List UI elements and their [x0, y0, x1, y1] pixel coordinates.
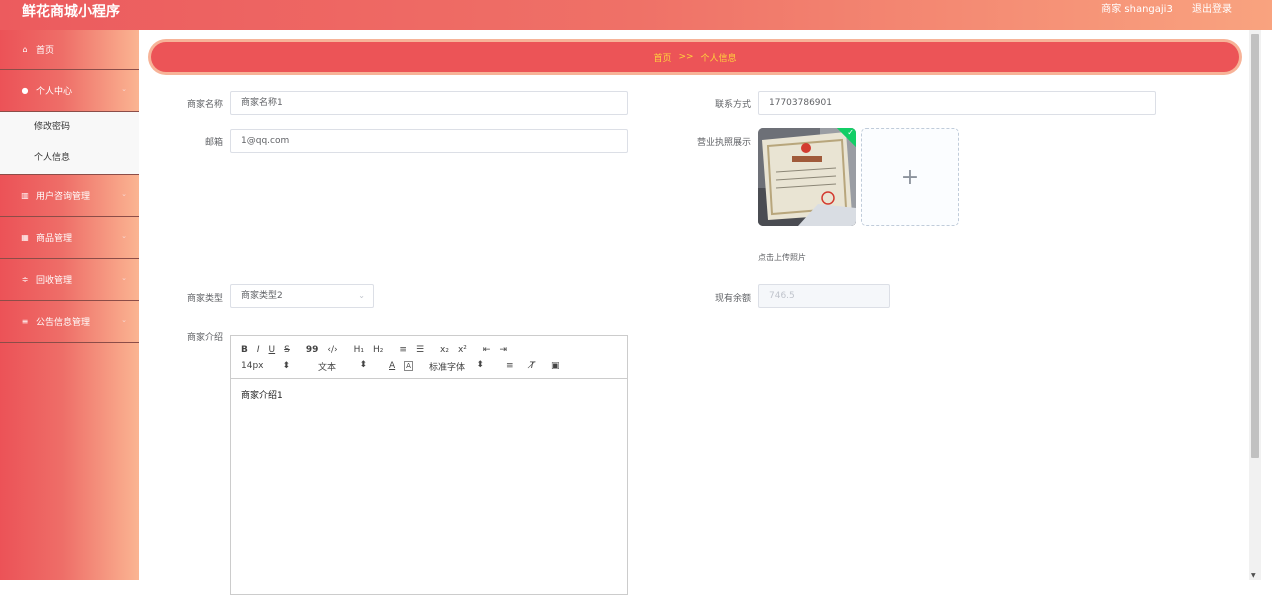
- menu-icon: ≡: [21, 317, 29, 326]
- outdent-button[interactable]: ⇤: [483, 345, 491, 355]
- grid-icon: ▦: [21, 233, 29, 242]
- merchant-type-select[interactable]: 商家类型2 ⌄: [230, 284, 374, 308]
- text-type-value: 文本: [318, 362, 337, 373]
- intro-label: 商家介绍: [186, 333, 223, 343]
- user-label: 商家 shangaji3: [1101, 4, 1173, 15]
- user-icon: ●: [21, 86, 29, 95]
- editor-toolbar: B I U S 99 ‹/› H₁ H₂ ≡ ☰ x₂ x² ⇤ ⇥ 14px ⬍…: [231, 336, 627, 379]
- scrollbar[interactable]: ▼: [1249, 30, 1261, 580]
- select-arrows-icon: ⬍: [282, 361, 290, 371]
- chevron-down-icon: ⌄: [121, 274, 127, 282]
- balance-label: 现有余额: [714, 294, 751, 304]
- strike-button[interactable]: S: [284, 345, 290, 355]
- header2-button[interactable]: H₂: [373, 345, 383, 355]
- scroll-down-arrow-icon[interactable]: ▼: [1251, 572, 1256, 579]
- sidebar-item-home[interactable]: ⌂ 首页: [0, 30, 139, 70]
- top-bar: 鲜花商城小程序 商家 shangaji3 退出登录: [0, 0, 1272, 30]
- contact-label: 联系方式: [714, 100, 751, 110]
- merchant-name-input[interactable]: 商家名称1: [230, 91, 628, 115]
- main-content: 首页 >> 个人信息 商家名称 商家名称1 联系方式 17703786901 邮…: [139, 30, 1249, 595]
- rich-text-editor[interactable]: B I U S 99 ‹/› H₁ H₂ ≡ ☰ x₂ x² ⇤ ⇥ 14px ⬍…: [230, 335, 628, 595]
- sidebar-item-personal-center[interactable]: ● 个人中心 ⌄: [0, 70, 139, 112]
- bold-button[interactable]: B: [241, 345, 248, 355]
- sidebar-item-label: 用户咨询管理: [36, 192, 91, 202]
- email-input[interactable]: 1@qq.com: [230, 129, 628, 153]
- sidebar-item-consult[interactable]: ▥ 用户咨询管理 ⌄: [0, 175, 139, 217]
- header1-button[interactable]: H₁: [354, 345, 364, 355]
- contact-input[interactable]: 17703786901: [758, 91, 1156, 115]
- email-label: 邮箱: [204, 138, 223, 148]
- sidebar-item-label: 公告信息管理: [36, 318, 91, 328]
- upload-tip: 点击上传照片: [758, 253, 806, 262]
- sidebar-item-label: 回收管理: [36, 276, 73, 286]
- balance-input: 746.5: [758, 284, 890, 308]
- sidebar: ⌂ 首页 ● 个人中心 ⌄ 修改密码 个人信息 ▥ 用户咨询管理 ⌄ ▦ 商品管…: [0, 30, 139, 580]
- sidebar-subitem-change-password[interactable]: 修改密码: [0, 112, 139, 143]
- font-family-select[interactable]: 标准字体 ⬍: [429, 360, 497, 373]
- ordered-list-button[interactable]: ≡: [399, 345, 407, 355]
- subscript-button[interactable]: x₂: [440, 345, 449, 355]
- sidebar-submenu: 修改密码 个人信息: [0, 112, 139, 175]
- check-icon: ✓: [847, 128, 854, 137]
- select-arrows-icon: ⬍: [476, 359, 484, 370]
- editor-toolbar-row-2: 14px ⬍ 文本 ⬍ A A 标准字体 ⬍ ≡ T̸ ▣: [241, 358, 627, 374]
- code-block-button[interactable]: ‹/›: [327, 345, 337, 355]
- top-right: 商家 shangaji3 退出登录: [1085, 3, 1232, 17]
- blockquote-button[interactable]: 99: [306, 345, 319, 355]
- chevron-down-icon: ⌄: [121, 85, 127, 93]
- license-image: [758, 128, 856, 226]
- chevron-down-icon: ⌄: [121, 190, 127, 198]
- chevron-down-icon: ⌄: [358, 291, 365, 300]
- home-icon: ⌂: [22, 45, 28, 54]
- italic-button[interactable]: I: [257, 345, 260, 355]
- chevron-down-icon: ⌄: [121, 316, 127, 324]
- license-label: 营业执照展示: [696, 138, 751, 148]
- sidebar-item-recycle[interactable]: ≑ 回收管理 ⌄: [0, 259, 139, 301]
- sidebar-item-label: 个人中心: [36, 87, 73, 97]
- sidebar-subitem-personal-info[interactable]: 个人信息: [0, 143, 139, 174]
- font-color-icon[interactable]: A: [389, 361, 395, 371]
- clear-format-icon[interactable]: T̸: [530, 361, 536, 371]
- merchant-type-label: 商家类型: [186, 294, 223, 304]
- sliders-icon: ≑: [21, 275, 29, 284]
- bar-chart-icon: ▥: [21, 191, 29, 200]
- editor-toolbar-row-1: B I U S 99 ‹/› H₁ H₂ ≡ ☰ x₂ x² ⇤ ⇥: [241, 342, 627, 358]
- breadcrumb-current: 个人信息: [700, 53, 737, 64]
- image-icon[interactable]: ▣: [551, 361, 560, 371]
- breadcrumb: 首页 >> 个人信息: [151, 42, 1239, 72]
- select-arrows-icon: ⬍: [359, 359, 367, 370]
- editor-body[interactable]: 商家介绍1: [231, 379, 627, 410]
- underline-button[interactable]: U: [269, 345, 276, 355]
- sidebar-item-label: 商品管理: [36, 234, 73, 244]
- upload-button[interactable]: +: [861, 128, 959, 226]
- breadcrumb-home[interactable]: 首页: [653, 51, 671, 64]
- font-family-value: 标准字体: [428, 362, 465, 373]
- background-color-icon[interactable]: A: [404, 361, 413, 371]
- chevron-down-icon: ⌄: [121, 232, 127, 240]
- logout-link[interactable]: 退出登录: [1192, 4, 1232, 15]
- font-size-select[interactable]: 14px ⬍: [241, 361, 303, 371]
- merchant-name-label: 商家名称: [186, 100, 223, 110]
- sidebar-item-products[interactable]: ▦ 商品管理 ⌄: [0, 217, 139, 259]
- font-size-value: 14px: [241, 361, 264, 371]
- align-icon[interactable]: ≡: [506, 361, 514, 371]
- app-title: 鲜花商城小程序: [22, 4, 120, 20]
- bullet-list-button[interactable]: ☰: [416, 345, 424, 355]
- merchant-type-value: 商家类型2: [241, 291, 283, 301]
- plus-icon: +: [900, 164, 920, 190]
- scrollbar-thumb[interactable]: [1251, 34, 1259, 458]
- text-type-select[interactable]: 文本 ⬍: [318, 360, 380, 373]
- indent-button[interactable]: ⇥: [499, 345, 507, 355]
- superscript-button[interactable]: x²: [458, 345, 467, 355]
- sidebar-item-notice[interactable]: ≡ 公告信息管理 ⌄: [0, 301, 139, 343]
- sidebar-item-label: 首页: [36, 46, 55, 56]
- breadcrumb-separator: >>: [678, 52, 694, 62]
- license-thumbnail[interactable]: ✓: [758, 128, 856, 226]
